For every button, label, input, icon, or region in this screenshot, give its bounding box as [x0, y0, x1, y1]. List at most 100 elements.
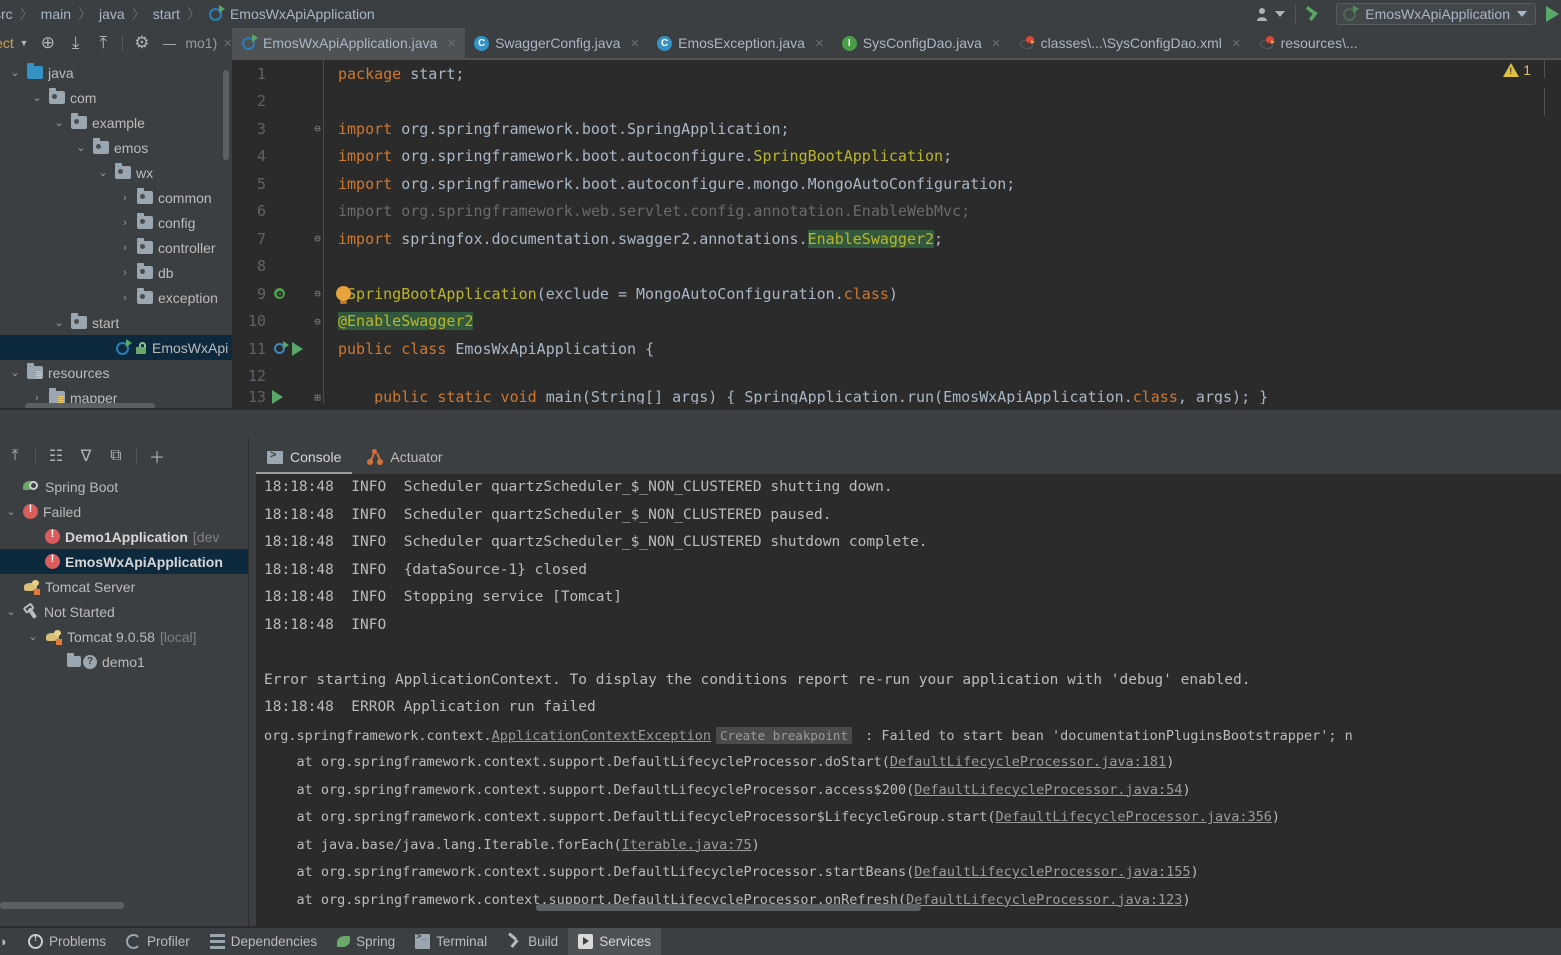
editor-gutter[interactable]: 4 [232, 142, 324, 170]
locate-in-tree-icon[interactable]: ⊕ [34, 30, 62, 56]
breadcrumb-item[interactable]: start [153, 6, 180, 22]
editor-gutter[interactable]: 11 [232, 335, 324, 363]
editor-gutter[interactable]: 2 [232, 87, 324, 115]
code-line[interactable]: 10 ⊖ @EnableSwagger2 [232, 307, 1561, 335]
chevron-down-icon[interactable]: ⌄ [74, 141, 88, 154]
chevron-right-icon[interactable]: › [118, 267, 132, 279]
collapse-all-icon[interactable]: ⤒ [0, 443, 30, 469]
tree-item[interactable]: › common [0, 185, 232, 210]
run-icon[interactable] [1546, 6, 1559, 22]
service-item-selected[interactable]: › EmosWxApiApplication [0, 549, 248, 574]
code-line[interactable]: 5 import org.springframework.boot.autocon… [232, 170, 1561, 198]
tree-item[interactable]: ⌄ example [0, 110, 232, 135]
console-horizontal-scrollbar[interactable] [536, 904, 921, 911]
bottom-tool-window-bar[interactable]: ◗ Problems Profiler Dependencies Spring Termi… [0, 928, 1561, 955]
console-tab-active[interactable]: Console [256, 442, 353, 474]
code-line[interactable]: 6 import org.springframework.web.servlet.… [232, 197, 1561, 225]
tree-item-selected[interactable]: › EmosWxApiApplication [0, 335, 232, 360]
stack-frame-link[interactable]: DefaultLifecycleProcessor.java:181 [890, 754, 1166, 770]
hammer-icon[interactable] [1306, 4, 1326, 25]
close-icon[interactable]: × [992, 35, 1001, 52]
tree-item[interactable]: ⌄ wx [0, 160, 232, 185]
collapse-all-icon[interactable]: ⤒ [89, 30, 117, 56]
service-item[interactable]: › Spring Boot [0, 474, 248, 499]
chevron-down-icon[interactable] [1517, 11, 1527, 17]
editor-tab[interactable]: C EmosException.java × [648, 28, 833, 60]
exception-class-link[interactable]: ApplicationContextException [492, 728, 711, 744]
breadcrumb-item[interactable]: java [99, 6, 125, 22]
add-service-icon[interactable]: ＋ [142, 443, 172, 469]
console-output[interactable]: 18:18:48 INFO Scheduler quartzScheduler_… [256, 474, 1561, 929]
code-line[interactable]: 3 ⊖ import org.springframework.boot.Spring… [232, 115, 1561, 143]
service-item[interactable]: › Tomcat Server [0, 574, 248, 599]
spring-config-icon[interactable] [272, 341, 289, 356]
code-fold-toggle[interactable]: ⊖ [312, 315, 323, 328]
filter-icon[interactable]: ∇ [71, 443, 101, 469]
tree-item[interactable]: ⌄ emos [0, 135, 232, 160]
tree-item[interactable]: ⌄ start [0, 310, 232, 335]
close-icon[interactable]: × [630, 35, 639, 52]
breadcrumb-item[interactable]: main [41, 6, 71, 22]
add-frame-icon[interactable]: ⧉ [101, 443, 131, 469]
run-configuration-selector[interactable]: EmosWxApiApplication [1336, 3, 1536, 25]
project-file-tree[interactable]: ⌄ java ⌄ com ⌄ example ⌄ emos ⌄ wx › common › config ›… [0, 58, 232, 410]
intention-bulb-icon[interactable] [336, 286, 351, 304]
code-line[interactable]: 11 public class EmosWxApiApplication { [232, 335, 1561, 363]
services-tree[interactable]: ›Spring Boot⌄Failed›Demo1Application [de… [0, 474, 248, 929]
project-view-dropdown[interactable]: ▼ [14, 30, 34, 56]
tree-item[interactable]: ⌄ com [0, 85, 232, 110]
service-item[interactable]: ⌄ Tomcat 9.0.58 [local] [0, 624, 248, 649]
code-line[interactable]: 8 [232, 252, 1561, 280]
code-fold-toggle[interactable]: ⊖ [312, 232, 323, 245]
code-line[interactable]: 12 [232, 362, 1561, 390]
statusbar-button-problems[interactable]: Problems [18, 928, 116, 955]
console-tab-bar[interactable]: Console Actuator [256, 440, 1561, 474]
chevron-right-icon[interactable]: › [118, 242, 132, 254]
editor-tab[interactable]: classes\...\SysConfigDao.xml × [1010, 28, 1250, 60]
code-line[interactable]: 7 ⊖ import springfox.documentation.swagger… [232, 225, 1561, 253]
service-item[interactable]: ›? demo1 [0, 649, 248, 674]
statusbar-button-services[interactable]: Services [568, 928, 661, 955]
stack-frame-link[interactable]: DefaultLifecycleProcessor.java:356 [996, 809, 1272, 825]
editor-gutter[interactable]: 1 [232, 60, 324, 88]
chevron-right-icon[interactable]: › [96, 342, 110, 354]
tree-item[interactable]: › exception [0, 285, 232, 310]
editor-tab[interactable]: I SysConfigDao.java × [833, 28, 1010, 60]
tree-item[interactable]: ⌄ resources [0, 360, 232, 385]
stack-frame-link[interactable]: DefaultLifecycleProcessor.java:54 [914, 782, 1182, 798]
expand-all-icon[interactable]: ⤓ [62, 30, 90, 56]
editor-gutter[interactable]: 7 ⊖ [232, 225, 324, 253]
services-horizontal-scrollbar[interactable] [0, 902, 124, 909]
close-icon[interactable]: × [223, 35, 232, 52]
close-icon[interactable]: × [1232, 35, 1241, 52]
stack-frame-link[interactable]: DefaultLifecycleProcessor.java:155 [914, 864, 1190, 880]
statusbar-button-profiler[interactable]: Profiler [116, 928, 200, 955]
editor-gutter[interactable]: 5 [232, 170, 324, 198]
statusbar-button-dependencies[interactable]: Dependencies [200, 928, 327, 955]
chevron-down-icon[interactable]: ⌄ [30, 91, 44, 104]
run-icon[interactable] [292, 341, 303, 356]
code-line[interactable]: 4 import org.springframework.boot.autocon… [232, 142, 1561, 170]
breadcrumb-item[interactable]: EmosWxApiApplication [230, 6, 375, 22]
hide-panel-icon[interactable]: — [156, 30, 184, 56]
editor-gutter[interactable]: 9 ⊖ [232, 280, 324, 308]
chevron-right-icon[interactable]: › [118, 192, 132, 204]
code-fold-toggle[interactable]: ⊖ [312, 287, 323, 300]
code-line[interactable]: 1 package start; [232, 60, 1561, 88]
code-line[interactable]: 9 ⊖ @SpringBootApplication(exclude = Mongo… [232, 280, 1561, 308]
chevron-down-icon[interactable]: ⌄ [96, 166, 110, 179]
editor-tab[interactable]: C SwaggerConfig.java × [465, 28, 648, 60]
service-item[interactable]: ⌄ Failed [0, 499, 248, 524]
chevron-down-icon[interactable]: ⌄ [8, 366, 22, 379]
editor-warning-indicator[interactable]: 1 [1503, 62, 1531, 78]
editor-tab-strip[interactable]: EmosWxApiApplication.java × C SwaggerConfig… [232, 28, 1561, 60]
editor-gutter[interactable]: 10 ⊖ [232, 307, 324, 335]
chevron-right-icon[interactable]: › [30, 392, 44, 404]
chevron-right-icon[interactable]: › [118, 217, 132, 229]
settings-gear-icon[interactable]: ⚙ [128, 30, 156, 56]
group-by-icon[interactable]: ☷ [41, 443, 71, 469]
chevron-down-icon[interactable]: ⌄ [52, 116, 66, 129]
console-tab[interactable]: Actuator [356, 442, 453, 474]
chevron-down-icon[interactable]: ⌄ [4, 605, 18, 618]
service-item[interactable]: ⌄ Not Started [0, 599, 248, 624]
